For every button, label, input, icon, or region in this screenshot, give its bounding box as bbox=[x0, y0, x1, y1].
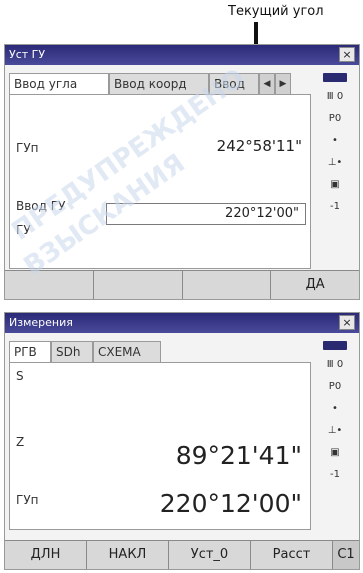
window-title: Измерения bbox=[5, 313, 359, 333]
softkey-bar: ДЛН НАКЛ Уст_0 Расст С1 bbox=[5, 540, 359, 569]
tab-sdh[interactable]: SDh bbox=[51, 341, 93, 363]
tab-input[interactable]: Ввод bbox=[209, 73, 259, 95]
input-mode-icon[interactable]: -1 bbox=[315, 464, 355, 486]
tab-bar: Ввод угла Ввод коорд Ввод ◀ ▶ bbox=[9, 73, 291, 95]
input-mode-icon[interactable]: -1 bbox=[315, 196, 355, 218]
tilt-icon: ⊥• bbox=[327, 425, 343, 436]
target-icon: • bbox=[332, 403, 338, 414]
keyboard-icon[interactable]: ▣ bbox=[315, 174, 355, 196]
hz-label: ГУп bbox=[16, 493, 39, 507]
slope-distance-label: S bbox=[16, 369, 24, 383]
close-button[interactable]: × bbox=[339, 315, 355, 330]
status-icons: Ⅲ 0 P0 • ⊥• ▣ -1 bbox=[315, 73, 355, 218]
status-icons: Ⅲ 0 P0 • ⊥• ▣ -1 bbox=[315, 341, 355, 486]
input-hz-heading: Ввод ГУ bbox=[16, 199, 66, 213]
tab-coord-input[interactable]: Ввод коорд bbox=[109, 73, 209, 95]
window-title: Уст ГУ bbox=[5, 45, 359, 65]
set-zero-button[interactable]: Уст_0 bbox=[169, 541, 251, 569]
hz-label: ГУп bbox=[16, 141, 39, 155]
softkey-bar: ДА bbox=[5, 270, 359, 299]
target-icon: • bbox=[332, 135, 338, 146]
page-button[interactable]: С1 bbox=[333, 541, 359, 569]
softkey-2[interactable] bbox=[94, 271, 183, 299]
prism-constant-icon: Ⅲ 0 bbox=[326, 91, 344, 102]
current-angle-callout: Текущий угол bbox=[228, 4, 324, 19]
tab-angle-input[interactable]: Ввод угла bbox=[9, 73, 109, 95]
softkey-1[interactable] bbox=[5, 271, 94, 299]
tab-rgv[interactable]: РГВ bbox=[9, 341, 51, 363]
tilt-icon: ⊥• bbox=[327, 157, 343, 168]
softkey-3[interactable] bbox=[183, 271, 272, 299]
angle-input-panel: ГУп 242°58'11" Ввод ГУ ГУ 220°12'00" bbox=[9, 94, 311, 269]
ppm-icon: P0 bbox=[328, 381, 342, 392]
ok-button[interactable]: ДА bbox=[271, 271, 359, 299]
measurement-window: Измерения × РГВ SDh СХЕМА S Z 89°21'41" … bbox=[4, 312, 360, 570]
hz-input-field[interactable]: 220°12'00" bbox=[106, 203, 306, 225]
tab-scheme[interactable]: СХЕМА bbox=[93, 341, 161, 363]
tilt-button[interactable]: НАКЛ bbox=[87, 541, 169, 569]
distance-button[interactable]: ДЛН bbox=[5, 541, 87, 569]
tab-scroll-left-icon[interactable]: ◀ bbox=[259, 73, 275, 95]
battery-icon bbox=[323, 341, 347, 350]
hz-value: 220°12'00" bbox=[159, 489, 302, 518]
prism-constant-icon: Ⅲ 0 bbox=[326, 359, 344, 370]
close-button[interactable]: × bbox=[339, 47, 355, 62]
tab-scroll-right-icon[interactable]: ▶ bbox=[275, 73, 291, 95]
hz-input-label: ГУ bbox=[16, 223, 31, 237]
tab-bar: РГВ SDh СХЕМА bbox=[9, 341, 161, 363]
zenith-label: Z bbox=[16, 435, 25, 449]
set-hz-window: Уст ГУ × Ввод угла Ввод коорд Ввод ◀ ▶ Г… bbox=[4, 44, 360, 300]
measurement-panel: S Z 89°21'41" ГУп 220°12'00" bbox=[9, 362, 311, 530]
keyboard-icon[interactable]: ▣ bbox=[315, 442, 355, 464]
measure-distance-button[interactable]: Расст bbox=[251, 541, 333, 569]
battery-icon bbox=[323, 73, 347, 82]
ppm-icon: P0 bbox=[328, 113, 342, 124]
zenith-value: 89°21'41" bbox=[175, 441, 302, 470]
hz-current-value: 242°58'11" bbox=[216, 137, 302, 155]
